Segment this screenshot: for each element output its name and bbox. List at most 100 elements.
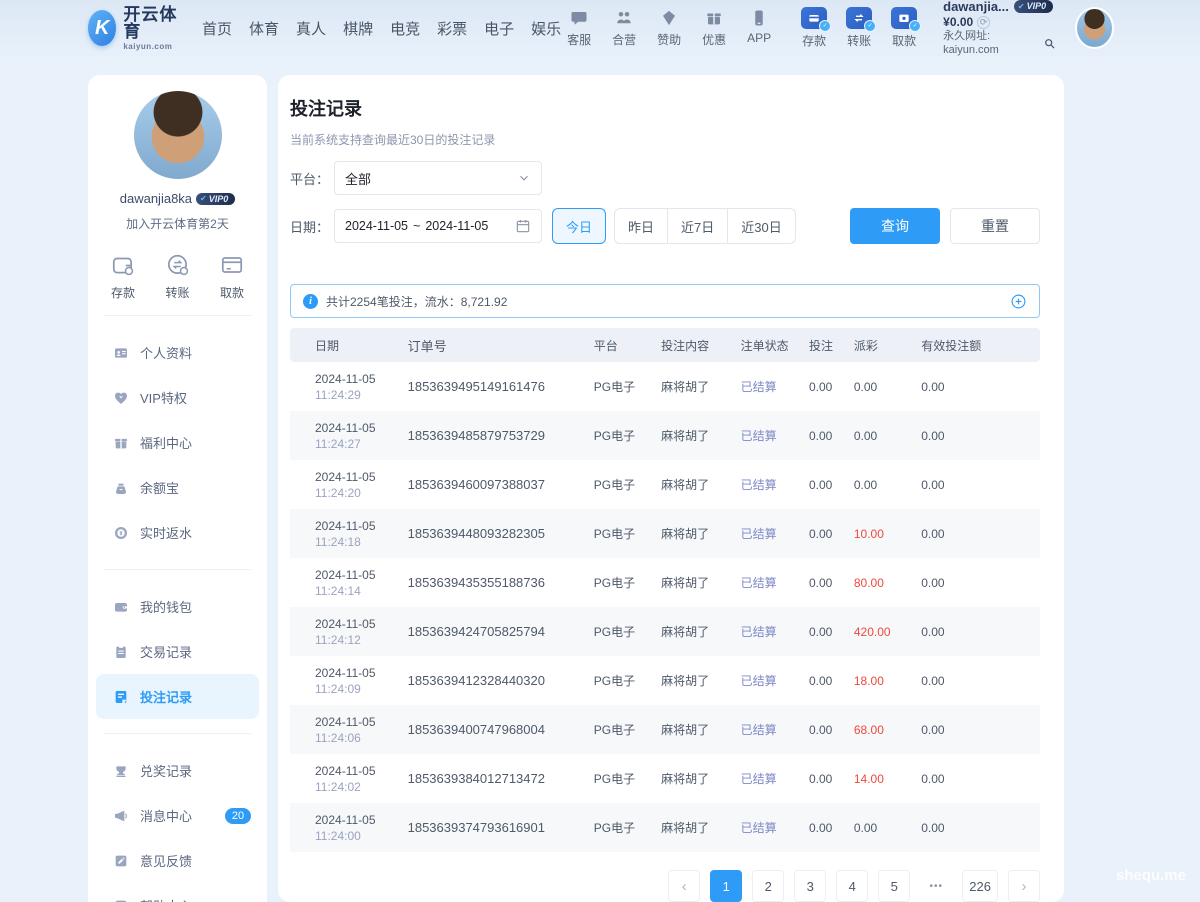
topbar-app[interactable]: APP [741, 8, 777, 48]
topbar-avatar[interactable] [1075, 7, 1114, 49]
table-row[interactable]: 2024-11-0511:24:12 1853639424705825794 P… [290, 607, 1040, 656]
table-body: 2024-11-0511:24:29 1853639495149161476 P… [290, 362, 1040, 852]
pagination: ‹ 12345 ••• 226 › [290, 870, 1040, 902]
sidebar-item-welfare[interactable]: 福利中心 [88, 420, 267, 465]
table-row[interactable]: 2024-11-0511:24:27 1853639485879753729 P… [290, 411, 1040, 460]
topbar-partner[interactable]: 合营 [606, 8, 642, 48]
nav-item-1[interactable]: 体育 [249, 18, 279, 39]
date-range-picker[interactable]: 2024-11-05 ~ 2024-11-05 [334, 209, 542, 243]
refresh-balance-icon[interactable]: ⟳ [977, 16, 990, 29]
sidebar-menu: 个人资料 VIP特权 福利中心 余额宝 实时返水 [88, 330, 267, 902]
nav-item-7[interactable]: 娱乐 [531, 18, 561, 39]
topbar-withdraw[interactable]: 取款 [886, 7, 922, 49]
page-title: 投注记录 [290, 95, 1040, 121]
page-button-226[interactable]: 226 [962, 870, 998, 902]
sidebar-qa-withdraw[interactable]: 取款 [219, 252, 245, 301]
table-row[interactable]: 2024-11-0511:24:29 1853639495149161476 P… [290, 362, 1040, 411]
row-order-no: 1853639374793616901 [408, 820, 594, 835]
range-button-近7日[interactable]: 近7日 [667, 208, 728, 244]
nav-item-4[interactable]: 电竞 [390, 18, 420, 39]
next-page-button[interactable]: › [1008, 870, 1040, 902]
sidebar-item-vip[interactable]: VIP特权 [88, 375, 267, 420]
row-valid-bet: 0.00 [921, 478, 1040, 492]
sidebar-item-rebate[interactable]: 实时返水 [88, 510, 267, 555]
profile-icon [113, 345, 129, 361]
row-payout: 0.00 [854, 429, 921, 443]
page-subtitle: 当前系统支持查询最近30日的投注记录 [290, 131, 1040, 148]
user-block[interactable]: dawanjia... VIP0 ¥0.00 ⟳ 永久网址: kaiyun.co… [943, 0, 1056, 57]
sidebar-item-yuebao[interactable]: 余额宝 [88, 465, 267, 510]
nav-item-3[interactable]: 棋牌 [343, 18, 373, 39]
nav-item-6[interactable]: 电子 [484, 18, 514, 39]
search-icon[interactable] [1043, 37, 1056, 50]
table-row[interactable]: 2024-11-0511:24:18 1853639448093282305 P… [290, 509, 1040, 558]
row-content: 麻将胡了 [661, 525, 741, 542]
page-ellipsis[interactable]: ••• [920, 870, 952, 902]
topbar-deposit[interactable]: 存款 [796, 7, 832, 49]
reset-button[interactable]: 重置 [950, 208, 1040, 244]
row-order-no: 1853639460097388037 [408, 477, 594, 492]
sidebar-item-message[interactable]: 消息中心 20 [88, 793, 267, 838]
topbar-promo[interactable]: 优惠 [696, 8, 732, 48]
table-row[interactable]: 2024-11-0511:24:06 1853639400747968004 P… [290, 705, 1040, 754]
sidebar-item-help[interactable]: 帮助中心 [88, 883, 267, 902]
row-status: 已结算 [741, 721, 809, 738]
table-row[interactable]: 2024-11-0511:24:00 1853639374793616901 P… [290, 803, 1040, 852]
row-date: 2024-11-05 [315, 518, 408, 534]
expand-plus-icon[interactable] [1010, 293, 1027, 310]
table-row[interactable]: 2024-11-0511:24:14 1853639435355188736 P… [290, 558, 1040, 607]
info-icon: i [303, 294, 318, 309]
nav-item-2[interactable]: 真人 [296, 18, 326, 39]
yuebao-icon [113, 480, 129, 496]
row-time: 11:24:02 [315, 779, 408, 795]
topbar-sponsor[interactable]: 赞助 [651, 8, 687, 48]
row-platform: PG电子 [594, 770, 661, 787]
date-separator: ~ [413, 219, 420, 233]
logo-domain: kaiyun.com [123, 43, 180, 51]
nav-item-0[interactable]: 首页 [202, 18, 232, 39]
row-date: 2024-11-05 [315, 567, 408, 583]
row-order-no: 1853639384012713472 [408, 771, 594, 786]
row-time: 11:24:00 [315, 828, 408, 844]
withdraw-icon [891, 7, 917, 29]
table-row[interactable]: 2024-11-0511:24:20 1853639460097388037 P… [290, 460, 1040, 509]
platform-select[interactable]: 全部 [334, 161, 542, 195]
sidebar-item-profile[interactable]: 个人资料 [88, 330, 267, 375]
range-button-今日[interactable]: 今日 [552, 208, 606, 244]
sidebar-qa-transfer[interactable]: 转账 [165, 252, 191, 301]
topbar-transfer[interactable]: 转账 [841, 7, 877, 49]
nav-item-5[interactable]: 彩票 [437, 18, 467, 39]
search-button[interactable]: 查询 [850, 208, 940, 244]
site-logo[interactable]: K 开云体育 kaiyun.com [88, 6, 180, 51]
table-row[interactable]: 2024-11-0511:24:02 1853639384012713472 P… [290, 754, 1040, 803]
range-button-昨日[interactable]: 昨日 [614, 208, 668, 244]
topbar-chat[interactable]: 客服 [561, 8, 597, 48]
sidebar-qa-deposit[interactable]: 存款 [110, 252, 136, 301]
sidebar-item-wallet[interactable]: 我的钱包 [88, 584, 267, 629]
page-button-5[interactable]: 5 [878, 870, 910, 902]
sidebar-item-prize[interactable]: 兑奖记录 [88, 748, 267, 793]
range-button-近30日[interactable]: 近30日 [727, 208, 795, 244]
row-order-no: 1853639485879753729 [408, 428, 594, 443]
row-order-no: 1853639495149161476 [408, 379, 594, 394]
sidebar-item-bet[interactable]: 投注记录 [96, 674, 259, 719]
prev-page-button[interactable]: ‹ [668, 870, 700, 902]
page-button-2[interactable]: 2 [752, 870, 784, 902]
logo-title: 开云体育 [123, 6, 180, 40]
row-valid-bet: 0.00 [921, 527, 1040, 541]
message-icon [113, 808, 129, 824]
page-button-1[interactable]: 1 [710, 870, 742, 902]
trade-icon [113, 644, 129, 660]
page-button-4[interactable]: 4 [836, 870, 868, 902]
sidebar-item-feedback[interactable]: 意见反馈 [88, 838, 267, 883]
sidebar-avatar[interactable] [134, 91, 222, 179]
row-bet: 0.00 [809, 625, 854, 639]
divider [104, 569, 251, 570]
table-row[interactable]: 2024-11-0511:24:09 1853639412328440320 P… [290, 656, 1040, 705]
column-header: 注单状态 [741, 337, 809, 354]
row-time: 11:24:20 [315, 485, 408, 501]
summary-text: 共计2254笔投注，流水：8,721.92 [326, 293, 507, 310]
page-button-3[interactable]: 3 [794, 870, 826, 902]
sidebar-item-trade[interactable]: 交易记录 [88, 629, 267, 674]
row-payout: 0.00 [854, 821, 921, 835]
